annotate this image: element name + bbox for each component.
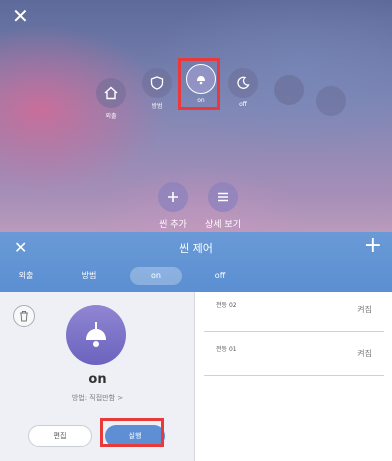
tab-on[interactable]: on <box>130 267 182 285</box>
device-state: 켜짐 <box>357 349 372 358</box>
edit-button[interactable]: 편집 <box>28 425 92 447</box>
scene-method-link[interactable]: 방법: 직접만함 > <box>0 393 195 403</box>
list-icon <box>208 182 238 212</box>
device-state: 켜짐 <box>357 305 372 314</box>
scene-detail-pane: on 방법: 직접만함 > 편집 실행 <box>0 292 195 461</box>
tab-outing[interactable]: 외출 <box>6 267 46 285</box>
lamp-icon <box>66 305 126 365</box>
scene-label: off <box>239 101 247 108</box>
plus-icon <box>158 182 188 212</box>
shield-icon <box>142 68 172 98</box>
device-name: 전등 01 <box>216 346 237 353</box>
device-list: 전등 02 켜짐 전등 01 켜짐 <box>196 292 392 461</box>
selection-highlight <box>178 58 220 110</box>
tab-security[interactable]: 방범 <box>66 267 112 285</box>
list-item[interactable]: 전등 01 켜짐 <box>204 336 384 376</box>
empty-icon <box>274 75 304 105</box>
empty-icon <box>316 86 346 116</box>
detail-view-label: 상세 보기 <box>205 220 241 230</box>
home-icon <box>96 78 126 108</box>
device-name: 전등 02 <box>216 302 237 309</box>
add-icon[interactable]: + <box>364 235 382 257</box>
scene-label: 외출 <box>105 113 117 120</box>
scene-item-empty[interactable] <box>274 75 304 105</box>
scene-control-header: ✕ 씬 제어 + 외출 방범 on off <box>0 232 392 292</box>
scene-detail-content: on 방법: 직접만함 > 편집 실행 전등 02 켜짐 전등 01 켜짐 <box>0 292 392 461</box>
scene-item-off[interactable]: off <box>228 68 258 108</box>
scene-item-security[interactable]: 방범 <box>142 68 172 110</box>
scene-item-empty[interactable] <box>316 86 346 116</box>
scene-item-outing[interactable]: 외출 <box>96 78 126 120</box>
trash-icon[interactable] <box>13 305 35 327</box>
detail-view-button[interactable]: 상세 보기 <box>193 182 253 230</box>
close-icon[interactable]: ✕ <box>12 6 29 26</box>
tab-off[interactable]: off <box>200 267 240 285</box>
moon-icon <box>228 68 258 98</box>
scene-label: 방범 <box>151 103 163 110</box>
list-item[interactable]: 전등 02 켜짐 <box>204 292 384 332</box>
scene-name: on <box>88 372 107 387</box>
page-title: 씬 제어 <box>179 242 213 255</box>
scene-carousel-panel: ✕ 외출 방범 on off 씬 추가 상세 보기 <box>0 0 392 232</box>
run-button-highlight <box>100 418 164 447</box>
